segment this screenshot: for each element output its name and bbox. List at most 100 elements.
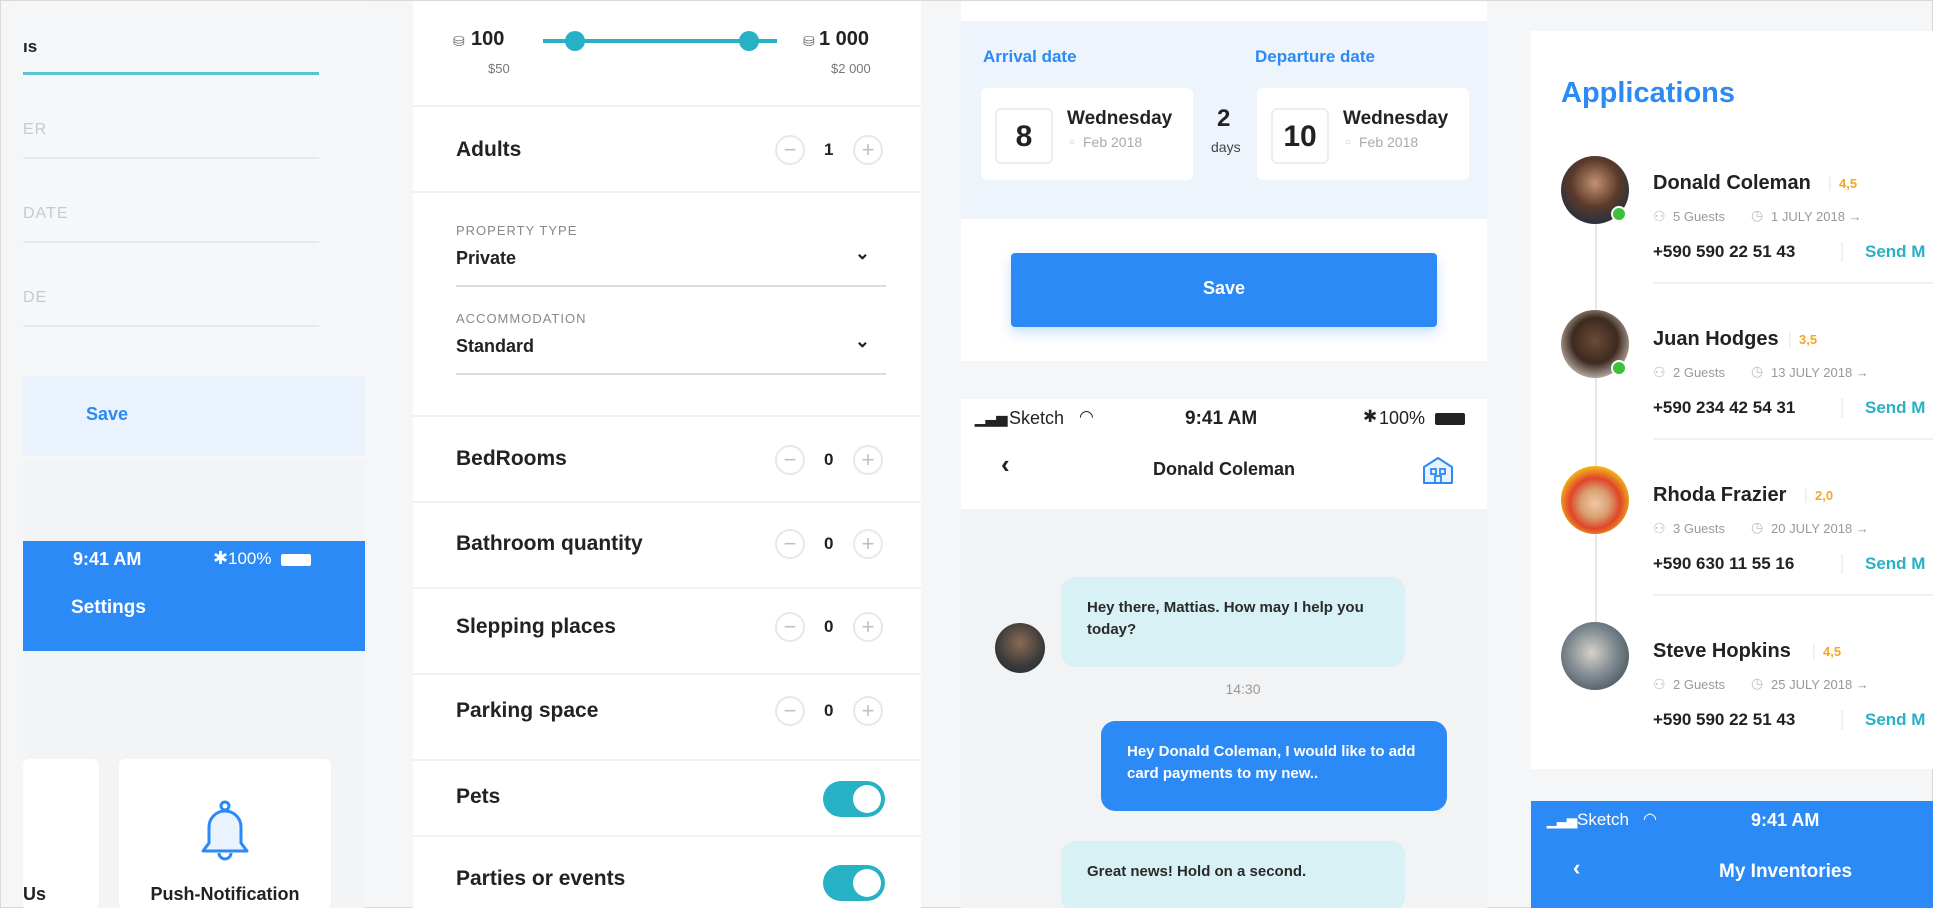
price-max-sub: $2 000 <box>831 61 871 76</box>
counter-value: 0 <box>824 617 834 636</box>
list-item[interactable]: Juan Hodges 3,5 ⚇ 2 Guests ◷ 13 JULY 201… <box>1531 302 1933 452</box>
save-button[interactable]: Save <box>1011 253 1437 327</box>
tile-push-label: Push-Notification <box>150 884 300 904</box>
range-handle-min[interactable] <box>565 31 585 51</box>
phone-number: +590 590 22 51 43 <box>1653 242 1796 261</box>
toggle-knob <box>853 869 881 897</box>
field-underline-active <box>23 72 319 75</box>
inventories-header: ▁▃▅ Sketch ◠ 9:41 AM ‹ My Inventories <box>1531 801 1933 908</box>
item-divider <box>1653 594 1933 596</box>
save-button-label: Save <box>1202 278 1246 298</box>
list-item[interactable]: Rhoda Frazier 2,0 ⚇ 3 Guests ◷ 20 JULY 2… <box>1531 458 1933 608</box>
stay-date: 13 JULY 2018 → <box>1771 365 1869 380</box>
placeholder-text: DE <box>23 289 48 306</box>
battery-icon <box>1435 413 1465 425</box>
field-placeholder-3[interactable]: DE <box>23 281 319 327</box>
toggle-row-parties: Parties or events <box>413 837 921 908</box>
settings-panel: ıs ER DATE DE Save 9:41 AM ✱ 100% Settin… <box>23 1 365 908</box>
arrival-day: 8 <box>1015 120 1033 153</box>
adults-label: Adults <box>456 138 522 161</box>
plus-button[interactable]: + <box>853 696 883 726</box>
select-underline <box>456 285 886 287</box>
plus-button[interactable]: + <box>853 529 883 559</box>
plus-button[interactable]: + <box>853 445 883 475</box>
guests-icon: ⚇ <box>1653 676 1666 692</box>
counter-row-bedrooms: BedRooms − 0 + <box>413 417 921 501</box>
chat-panel: ▁▃▅ Sketch ◠ 9:41 AM ✱ 100% ‹ Donald Col… <box>961 399 1487 908</box>
field-placeholder-1[interactable]: ER <box>23 113 319 159</box>
message-text: Hey Donald Coleman, I would like to add … <box>1127 743 1416 782</box>
rating-badge: 3,5 <box>1789 332 1817 347</box>
applications-panel: Applications Donald Coleman 4,5 ⚇ 5 Gues… <box>1531 31 1933 769</box>
property-type-value: Private <box>456 248 517 268</box>
avatar <box>1561 622 1629 690</box>
item-divider <box>1653 438 1933 440</box>
clock-icon: ◷ <box>1751 363 1764 379</box>
page-title: Settings <box>71 597 146 618</box>
arrival-month: Feb 2018 <box>1083 134 1143 150</box>
accommodation-select[interactable]: ACCOMMODATION Standard ⌄ <box>456 307 886 375</box>
minus-button[interactable]: − <box>775 696 805 726</box>
bluetooth-icon: ✱ <box>213 548 229 568</box>
minus-button[interactable]: − <box>775 135 805 165</box>
range-handle-max[interactable] <box>739 31 759 51</box>
signal-icon: ▁▃▅ <box>1547 813 1577 828</box>
pets-toggle[interactable] <box>823 781 885 817</box>
minus-button[interactable]: − <box>775 445 805 475</box>
list-item[interactable]: Steve Hopkins 4,5 ⚇ 2 Guests ◷ 25 JULY 2… <box>1531 614 1933 764</box>
bell-icon <box>201 800 249 861</box>
tile-push-notification[interactable]: Push-Notification <box>119 759 331 908</box>
arrival-date-card[interactable]: 8 Wednesday ○ Feb 2018 <box>981 88 1193 180</box>
wifi-icon: ◠ <box>1079 407 1094 426</box>
online-indicator <box>1611 360 1627 376</box>
chevron-down-icon: ⌄ <box>854 331 870 351</box>
parties-toggle[interactable] <box>823 865 885 901</box>
toggle-label: Pets <box>456 785 501 808</box>
arrival-day-box: 8 <box>995 108 1053 164</box>
placeholder-text: DATE <box>23 205 69 222</box>
send-message-link[interactable]: Send M <box>1841 554 1925 574</box>
property-type-label: PROPERTY TYPE <box>456 223 578 238</box>
accommodation-value: Standard <box>456 336 535 356</box>
counter-label: Slepping places <box>456 615 616 638</box>
plus-button[interactable]: + <box>853 135 883 165</box>
status-carrier: Sketch <box>1009 408 1065 428</box>
departure-date-card[interactable]: 10 Wednesday ○ Feb 2018 <box>1257 88 1469 180</box>
guests-count: 2 Guests <box>1673 365 1726 380</box>
field-placeholder-2[interactable]: DATE <box>23 197 319 243</box>
property-type-select[interactable]: PROPERTY TYPE Private ⌄ <box>456 219 886 287</box>
send-message-link[interactable]: Send M <box>1841 398 1925 418</box>
applicant-name: Rhoda Frazier <box>1653 484 1787 506</box>
departure-month: Feb 2018 <box>1359 134 1419 150</box>
nights-count: 2 <box>1217 105 1231 132</box>
tile-contact[interactable]: Us <box>23 759 99 908</box>
building-icon[interactable] <box>1421 455 1455 485</box>
minus-button[interactable]: − <box>775 529 805 559</box>
save-button-label: Save <box>86 404 129 424</box>
status-time: 9:41 AM <box>1751 810 1820 830</box>
adults-row: Adults − 1 + <box>413 107 921 191</box>
clock-icon: ◷ <box>1751 519 1764 535</box>
stay-date: 20 JULY 2018 → <box>1771 521 1869 536</box>
send-message-link[interactable]: Send M <box>1841 242 1925 262</box>
applicant-name: Juan Hodges <box>1653 328 1779 350</box>
battery-icon <box>281 554 311 566</box>
back-button[interactable]: ‹ <box>1573 855 1580 881</box>
status-time: 9:41 AM <box>1185 408 1258 429</box>
status-carrier: Sketch <box>1577 810 1629 829</box>
send-message-link[interactable]: Send M <box>1841 710 1925 730</box>
departure-day-box: 10 <box>1271 108 1329 164</box>
price-range: ⛁ 100 $50 ⛁ 1 000 $2 000 <box>413 1 921 105</box>
page-title: My Inventories <box>1719 861 1853 882</box>
list-item[interactable]: Donald Coleman 4,5 ⚇ 5 Guests ◷ 1 JULY 2… <box>1531 146 1933 296</box>
field-underline <box>23 325 319 327</box>
top-field-value: ıs <box>23 37 38 56</box>
minus-button[interactable]: − <box>775 612 805 642</box>
top-field[interactable]: ıs <box>23 31 319 75</box>
guests-icon: ⚇ <box>1653 520 1666 536</box>
save-button-left[interactable]: Save <box>23 376 365 456</box>
price-min: 100 <box>471 28 505 50</box>
guests-icon: ⚇ <box>1653 208 1666 224</box>
plus-button[interactable]: + <box>853 612 883 642</box>
accommodation-label: ACCOMMODATION <box>456 311 587 326</box>
